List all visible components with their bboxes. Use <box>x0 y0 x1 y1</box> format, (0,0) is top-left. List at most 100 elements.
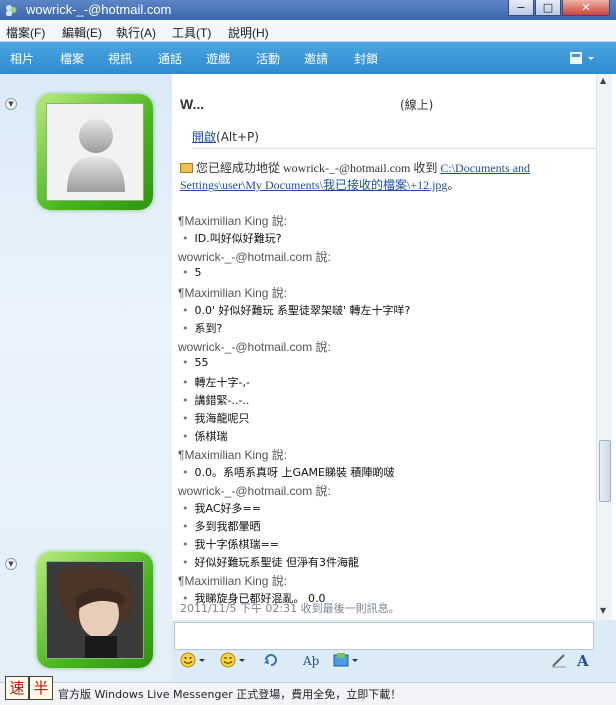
handwriting-icon[interactable] <box>550 652 568 668</box>
contact-status: (線上) <box>400 98 434 112</box>
message-text: 好似好難玩系聖徒 但淨有3件海龍 <box>194 556 360 569</box>
menu-edit[interactable]: 編輯(E) <box>62 24 102 41</box>
toolbar-video[interactable]: 視訊 <box>108 50 132 67</box>
message-text: 0.0' 好似好難玩 系聖徒翠架啵' 轉左十字咩? <box>194 304 411 317</box>
bullet-icon: • <box>182 538 189 551</box>
message-line: • 55 <box>178 356 588 374</box>
toolbar-files[interactable]: 檔案 <box>60 50 84 67</box>
svg-text:Aþ: Aþ <box>302 654 320 668</box>
message-text: 5 <box>194 266 202 279</box>
bullet-icon: • <box>182 356 189 369</box>
message-line: • 0.0。系唔系真呀 上GAME睇裝 積陣啲啵 <box>178 464 588 482</box>
message-line: • 0.0' 好似好難玩 系聖徒翠架啵' 轉左十字咩? <box>178 302 588 320</box>
last-message-timestamp: 2011/11/5 下午 02:31 收到最後一則訊息。 <box>180 602 400 615</box>
message-line: • 我海龍呢只 <box>178 410 588 428</box>
text-format-icon[interactable]: A <box>574 652 592 668</box>
message-text: 我十字係棋瑞== <box>194 538 279 551</box>
message-text: 55 <box>194 356 209 369</box>
toolbar-games[interactable]: 遊戲 <box>206 50 230 67</box>
display-picture-pane: ▼ ▼ <box>0 74 172 682</box>
user-photo <box>47 562 143 658</box>
contact-name: W... <box>180 96 205 112</box>
message-sender: ¶Maximilian King 說: <box>178 214 288 228</box>
history-scrollbar[interactable]: ▲ ▼ <box>596 74 612 620</box>
message-input[interactable] <box>174 622 594 650</box>
message-line: • 5 <box>178 266 588 284</box>
wink-icon[interactable] <box>220 652 246 668</box>
message-text: 講錯緊-..-.. <box>194 394 250 407</box>
bullet-icon: • <box>182 266 189 279</box>
message-text: 系到? <box>194 322 223 335</box>
maximize-button[interactable]: □ <box>535 0 561 16</box>
transfer-message: 您已經成功地從 wowrick-_-@hotmail.com 收到 <box>196 161 438 175</box>
bullet-icon: • <box>182 466 189 479</box>
layout-menu-icon[interactable] <box>568 49 598 67</box>
action-toolbar: 相片 檔案 視訊 通話 遊戲 活動 邀請 封鎖 <box>0 42 616 74</box>
transfer-suffix: 。 <box>447 178 460 192</box>
message-sender: wowrick-_-@hotmail.com 說: <box>178 340 331 354</box>
toolbar-activities[interactable]: 活動 <box>256 50 280 67</box>
open-file-link[interactable]: 開啟(Alt+P) <box>192 128 259 145</box>
contact-avatar[interactable] <box>37 94 153 210</box>
background-icon[interactable] <box>332 652 360 668</box>
ime-indicator[interactable]: 速 半 <box>5 676 53 700</box>
message-history: ¶Maximilian King 說: • ID.叫好似好難玩? wowrick-_-… <box>178 212 588 608</box>
open-file-label[interactable]: 開啟 <box>192 130 216 144</box>
message-line: • 系到? <box>178 320 588 338</box>
message-text: 多到我都暈晒 <box>194 520 261 533</box>
message-text: 我AC好多== <box>194 502 261 515</box>
close-button[interactable]: ✕ <box>562 0 610 16</box>
message-line: • 係棋瑞 <box>178 428 588 446</box>
message-line: • 轉左十字-,- <box>178 374 588 392</box>
bullet-icon: • <box>182 304 189 317</box>
ime-mode-quick[interactable]: 速 <box>5 676 29 700</box>
message-line: • 我AC好多== <box>178 500 588 518</box>
open-file-shortcut: (Alt+P) <box>216 130 259 144</box>
message-text: 轉左十字-,- <box>194 376 250 389</box>
message-line: • 多到我都暈晒 <box>178 518 588 536</box>
advertisement-bar: 速 半 官方版 Windows Live Messenger 正式登場，費用全免… <box>0 676 616 705</box>
input-toolbar: Aþ A <box>172 650 616 672</box>
message-text: 我海龍呢只 <box>194 412 250 425</box>
menu-bar: 檔案(F) 編輯(E) 執行(A) 工具(T) 說明(H) <box>0 20 616 42</box>
divider <box>192 148 608 149</box>
bullet-icon: • <box>182 376 189 389</box>
menu-file[interactable]: 檔案(F) <box>6 24 45 41</box>
message-line: • 講錯緊-..-.. <box>178 392 588 410</box>
bullet-icon: • <box>182 232 189 245</box>
menu-actions[interactable]: 執行(A) <box>116 24 156 41</box>
scrollbar-thumb[interactable] <box>599 440 611 502</box>
toolbar-block[interactable]: 封鎖 <box>354 50 378 67</box>
emoticon-icon[interactable] <box>180 652 206 668</box>
scroll-up-icon[interactable]: ▲ <box>600 76 606 85</box>
nudge-icon[interactable] <box>262 652 280 668</box>
my-avatar[interactable] <box>37 552 153 668</box>
message-sender: ¶Maximilian King 說: <box>178 448 288 462</box>
toolbar-photos[interactable]: 相片 <box>10 50 34 67</box>
bullet-icon: • <box>182 520 189 533</box>
bullet-icon: • <box>182 430 189 443</box>
message-text: ID.叫好似好難玩? <box>194 232 282 245</box>
bullet-icon: • <box>182 502 189 515</box>
toolbar-call[interactable]: 通話 <box>158 50 182 67</box>
message-line: • 好似好難玩系聖徒 但淨有3件海龍 <box>178 554 588 572</box>
toolbar-invite[interactable]: 邀請 <box>304 50 328 67</box>
collapse-contact-picture-icon[interactable]: ▼ <box>5 98 17 110</box>
ime-mode-halfwidth[interactable]: 半 <box>29 676 53 700</box>
menu-tools[interactable]: 工具(T) <box>172 24 211 41</box>
message-sender: ¶Maximilian King 說: <box>178 574 288 588</box>
bullet-icon: • <box>182 394 189 407</box>
ad-link[interactable]: 官方版 Windows Live Messenger 正式登場，費用全免，立即下… <box>58 686 401 702</box>
message-sender: wowrick-_-@hotmail.com 說: <box>178 250 331 264</box>
menu-help[interactable]: 說明(H) <box>228 24 269 41</box>
conversation-pane: W... (線上) 開啟(Alt+P) 您已經成功地從 wowrick-_-@h… <box>172 74 616 620</box>
message-sender: wowrick-_-@hotmail.com 說: <box>178 484 331 498</box>
minimize-button[interactable]: − <box>508 0 534 16</box>
title-bar: wowrick-_-@hotmail.com − □ ✕ <box>0 0 616 20</box>
message-text: 係棋瑞 <box>194 430 228 443</box>
collapse-my-picture-icon[interactable]: ▼ <box>5 558 17 570</box>
scroll-down-icon[interactable]: ▼ <box>600 606 606 615</box>
font-icon[interactable]: Aþ <box>302 652 322 668</box>
folder-icon <box>180 163 193 173</box>
message-line: • ID.叫好似好難玩? <box>178 230 588 248</box>
